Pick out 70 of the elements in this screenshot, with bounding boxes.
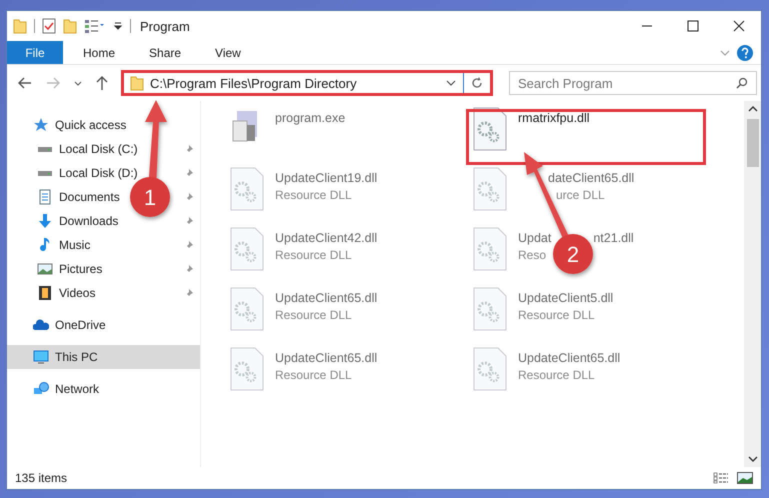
- file-name[interactable]: UpdateClient5.dll: [518, 291, 614, 305]
- file-name[interactable]: rmatrixfpu.dll: [518, 111, 590, 125]
- file-name[interactable]: UpdateClient65.dll: [275, 351, 378, 365]
- monitor-icon: [33, 349, 49, 365]
- sidebar-item[interactable]: Videos: [59, 286, 96, 300]
- ribbon-tab[interactable]: Share: [135, 41, 196, 64]
- sidebar-item[interactable]: Quick access: [7, 113, 200, 137]
- file-type: Resource DLL: [275, 248, 352, 262]
- chevron-icon[interactable]: [445, 78, 457, 88]
- star-icon: [33, 117, 49, 133]
- file-type: Resource DLL: [518, 368, 595, 382]
- film-icon: [37, 285, 53, 301]
- back-icon[interactable]: [17, 76, 33, 90]
- sidebar-item[interactable]: This PC: [7, 345, 200, 369]
- scrollbar[interactable]: [744, 101, 761, 467]
- sidebar-item[interactable]: Documents: [59, 190, 120, 204]
- scroll-thumb[interactable]: [746, 119, 758, 167]
- file-type: Resource DLL: [275, 308, 352, 322]
- file-name[interactable]: UpdateClient65.dll: [275, 291, 378, 305]
- view-icon[interactable]: [84, 18, 106, 34]
- file-name[interactable]: nt21.dll: [593, 231, 634, 245]
- window-title: Program: [140, 18, 190, 34]
- ribbon-tab[interactable]: File: [7, 41, 63, 64]
- new-folder-icon[interactable]: [63, 18, 77, 34]
- maximize-icon[interactable]: [687, 20, 699, 32]
- folder-icon[interactable]: [13, 18, 27, 34]
- scroll-down-icon[interactable]: [748, 455, 758, 463]
- file-name[interactable]: program.exe: [275, 111, 346, 125]
- ribbon-tab[interactable]: Home: [69, 41, 130, 64]
- search-icon[interactable]: [736, 77, 748, 89]
- file-type: Resource DLL: [275, 188, 352, 202]
- sidebar-item[interactable]: Pictures: [59, 262, 102, 276]
- picture-icon: [37, 261, 53, 277]
- sidebar-item[interactable]: Local Disk (D:): [59, 166, 138, 180]
- scroll-up-icon[interactable]: [748, 105, 758, 113]
- network-icon: [33, 381, 49, 397]
- address-bar[interactable]: C:\Program Files\Program Directory: [121, 70, 493, 96]
- file-name[interactable]: Updat: [518, 231, 552, 245]
- up-icon[interactable]: [95, 75, 109, 91]
- file-type: urce DLL: [556, 188, 605, 202]
- drive-icon: [37, 146, 53, 152]
- item-count: 135 items: [15, 471, 68, 485]
- sidebar-item[interactable]: Music: [59, 238, 90, 252]
- file-name[interactable]: UpdateClient19.dll: [275, 171, 378, 185]
- sidebar-item[interactable]: OneDrive: [7, 313, 200, 337]
- gear-file-icon[interactable]: [472, 107, 508, 151]
- file-name[interactable]: dateClient65.dll: [548, 171, 634, 185]
- file-type: Resource DLL: [518, 308, 595, 322]
- thumbnail-view-icon[interactable]: [737, 472, 753, 484]
- folder-icon: [130, 75, 144, 91]
- details-view-icon[interactable]: [713, 472, 729, 484]
- cloud-icon: [33, 317, 49, 333]
- properties-icon[interactable]: [42, 18, 56, 34]
- help-icon[interactable]: [737, 44, 753, 60]
- file-name[interactable]: UpdateClient65.dll: [518, 351, 620, 365]
- document-icon: [37, 189, 53, 205]
- sidebar-item[interactable]: Local Disk (C:): [59, 142, 138, 156]
- drive-icon: [37, 170, 53, 176]
- file-type: Reso: [518, 248, 546, 262]
- ribbon-tab[interactable]: View: [201, 41, 255, 64]
- search-field[interactable]: Search Program: [509, 71, 757, 95]
- file-name[interactable]: UpdateClient42.dll: [275, 231, 378, 245]
- sidebar-item[interactable]: Downloads: [59, 214, 118, 228]
- address-path: C:\Program Files\Program Directory: [150, 76, 358, 90]
- file-type: Resource DLL: [275, 368, 352, 382]
- close-icon[interactable]: [733, 20, 745, 32]
- refresh-icon[interactable]: [470, 76, 484, 90]
- down-arrow-icon: [37, 213, 53, 229]
- forward-icon[interactable]: [45, 76, 61, 90]
- sidebar-item[interactable]: Network: [7, 377, 200, 401]
